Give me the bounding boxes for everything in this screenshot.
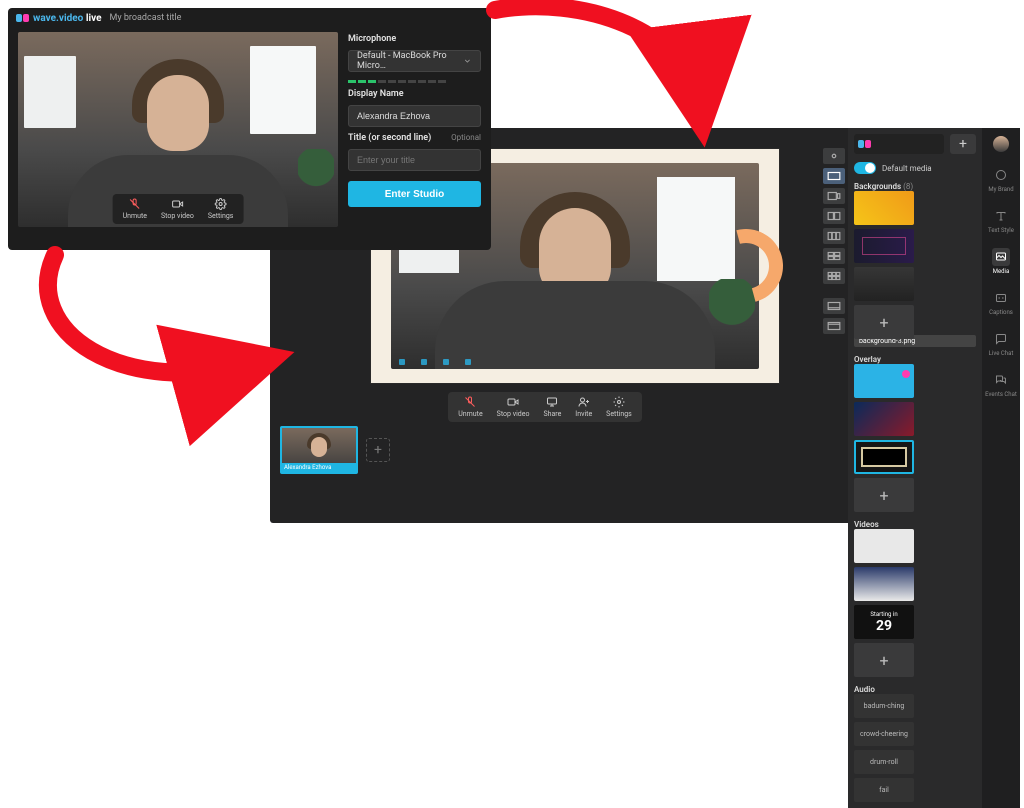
title-input[interactable] — [357, 155, 472, 165]
brand-mark-icon — [858, 140, 871, 148]
stop-video-button[interactable]: Stop video — [497, 396, 530, 418]
microphone-select[interactable]: Default - MacBook Pro Micro… — [348, 50, 481, 72]
brand-select[interactable] — [854, 134, 944, 154]
audio-item-3[interactable]: drum-roll — [854, 750, 914, 774]
preview-toolbar: Unmute Stop video Settings — [113, 194, 244, 224]
participant-name: Alexandra Ezhova — [282, 463, 356, 472]
camera-preview: Unmute Stop video Settings — [18, 32, 338, 227]
overlay-title: Overlay — [854, 355, 976, 364]
layout-banner-button[interactable] — [823, 298, 845, 314]
add-overlay-button[interactable]: + — [854, 478, 914, 512]
events-chat-icon — [995, 374, 1007, 386]
stage-toolbar: Unmute Stop video Share Invite Settings — [448, 392, 641, 422]
media-icon — [995, 251, 1007, 263]
microphone-label: Microphone — [348, 34, 481, 44]
setup-window: wave.video live My broadcast title Unmut… — [8, 8, 491, 250]
add-background-button[interactable]: + — [854, 305, 914, 339]
display-name-input[interactable] — [357, 111, 472, 121]
rail-events-chat[interactable]: Events Chat — [985, 371, 1017, 398]
layout-4up-button[interactable] — [823, 248, 845, 264]
overlay-tile-2[interactable] — [854, 402, 914, 436]
right-rail: My Brand Text Style Media Captions Live … — [982, 128, 1020, 808]
title-optional-badge: Optional — [451, 133, 481, 142]
gear-icon — [215, 198, 227, 210]
rail-media[interactable]: Media — [992, 248, 1010, 275]
brand-logo: wave.video live — [16, 13, 102, 24]
camera-icon — [507, 396, 519, 408]
unmute-button[interactable]: Unmute — [458, 396, 482, 418]
overlay-tile-1[interactable] — [854, 364, 914, 398]
settings-button[interactable]: Settings — [606, 396, 632, 418]
stop-video-button[interactable]: Stop video — [161, 198, 194, 220]
add-brand-button[interactable]: + — [950, 134, 976, 154]
media-panel: + Default media Backgrounds (8) + backgr… — [848, 128, 982, 808]
setup-header: wave.video live My broadcast title — [8, 8, 491, 28]
brand-mark-icon — [16, 14, 29, 22]
settings-button[interactable]: Settings — [208, 198, 234, 220]
overlay-dots-icon — [399, 359, 471, 365]
captions-icon — [995, 292, 1007, 304]
backgrounds-title: Backgrounds (8) — [854, 182, 976, 191]
microphone-select-value: Default - MacBook Pro Micro… — [357, 51, 463, 71]
title-field[interactable] — [348, 149, 481, 171]
unmute-button[interactable]: Unmute — [123, 198, 147, 220]
share-button[interactable]: Share — [543, 396, 561, 418]
camera-icon — [171, 198, 183, 210]
video-tile-1[interactable] — [854, 529, 914, 563]
layout-3up-button[interactable] — [823, 228, 845, 244]
audio-item-2[interactable]: crowd-cheering — [854, 722, 914, 746]
add-video-button[interactable]: + — [854, 643, 914, 677]
title-label: Title (or second line) Optional — [348, 133, 481, 143]
videos-title: Videos — [854, 520, 976, 529]
video-tile-countdown[interactable]: Starting in 29 — [854, 605, 914, 639]
rail-live-chat[interactable]: Live Chat — [989, 330, 1014, 357]
background-tile-3[interactable] — [854, 267, 914, 301]
chat-icon — [995, 333, 1007, 345]
mic-off-icon — [129, 198, 141, 210]
layout-6up-button[interactable] — [823, 268, 845, 284]
rail-captions[interactable]: Captions — [989, 289, 1013, 316]
add-participant-button[interactable]: + — [366, 438, 390, 462]
mic-off-icon — [464, 396, 476, 408]
layout-single-button[interactable] — [823, 148, 845, 164]
audio-item-4[interactable]: fail — [854, 778, 914, 802]
brand-suffix: live — [86, 13, 102, 24]
user-avatar[interactable] — [993, 136, 1009, 152]
layout-full-button[interactable] — [823, 168, 845, 184]
invite-button[interactable]: Invite — [575, 396, 592, 418]
background-tile-1[interactable] — [854, 191, 914, 225]
participant-strip: Alexandra Ezhova + — [270, 422, 820, 478]
text-style-icon — [995, 210, 1007, 222]
chevron-down-icon — [463, 56, 472, 66]
layout-ticker-button[interactable] — [823, 318, 845, 334]
layout-2up-button[interactable] — [823, 208, 845, 224]
audio-title: Audio — [854, 685, 976, 694]
brand-text: wave.video — [33, 13, 83, 24]
video-tile-2[interactable] — [854, 567, 914, 601]
layout-side-button[interactable] — [823, 188, 845, 204]
rail-my-brand[interactable]: My Brand — [988, 166, 1013, 193]
setup-form: Microphone Default - MacBook Pro Micro… … — [342, 28, 491, 250]
background-tile-2[interactable] — [854, 229, 914, 263]
default-media-label: Default media — [882, 164, 932, 173]
layout-column — [820, 128, 848, 808]
broadcast-title: My broadcast title — [110, 13, 182, 23]
enter-studio-button[interactable]: Enter Studio — [348, 181, 481, 207]
overlay-tile-frame[interactable] — [854, 440, 914, 474]
mic-level-meter — [348, 80, 481, 83]
share-icon — [546, 396, 558, 408]
audio-item-1[interactable]: badum-ching — [854, 694, 914, 718]
default-media-toggle[interactable] — [854, 162, 876, 174]
display-name-label: Display Name — [348, 89, 481, 99]
display-name-field[interactable] — [348, 105, 481, 127]
participant-thumb[interactable]: Alexandra Ezhova — [280, 426, 358, 474]
gear-icon — [613, 396, 625, 408]
rail-text-style[interactable]: Text Style — [988, 207, 1014, 234]
brand-icon — [995, 169, 1007, 181]
user-plus-icon — [578, 396, 590, 408]
